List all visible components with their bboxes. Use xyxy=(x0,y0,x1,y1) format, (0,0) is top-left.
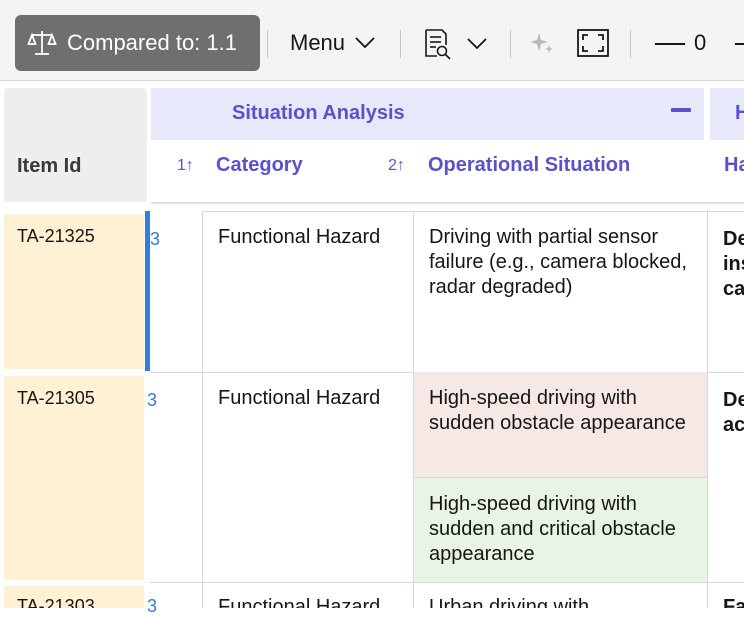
item-id: TA-21305 xyxy=(17,388,95,408)
next-column-text: De ac xyxy=(723,389,744,436)
compare-to-button[interactable]: Compared to: 1.1 xyxy=(15,15,260,71)
item-id: TA-21325 xyxy=(17,226,95,246)
sort-indicator-category[interactable]: 1↑ xyxy=(177,157,194,175)
report-dropdown[interactable] xyxy=(467,37,487,55)
zoom-level: 0 xyxy=(694,30,707,55)
next-group-title: H xyxy=(735,102,744,124)
chevron-down-icon xyxy=(467,38,487,50)
toolbar-separator xyxy=(267,30,268,58)
menu-button[interactable]: Menu xyxy=(290,28,375,58)
ai-assist-button[interactable] xyxy=(530,31,554,60)
category-cell[interactable]: Functional Hazard xyxy=(202,211,414,372)
removed-situation-text: High-speed driving with sudden obstacle … xyxy=(429,387,686,434)
column-header-next[interactable]: Ha xyxy=(724,154,744,177)
next-column-text: Fa xyxy=(723,596,744,608)
row-divider xyxy=(202,211,744,212)
item-id: TA-21303 xyxy=(17,596,95,608)
added-situation-text: High-speed driving with sudden and criti… xyxy=(429,493,676,565)
row-fragment: 3 xyxy=(147,596,158,616)
operational-situation-cell[interactable]: Driving with partial sensor failure (e.g… xyxy=(413,211,708,372)
sparkle-icon xyxy=(530,33,553,53)
row-fragment: 3 xyxy=(147,390,158,410)
item-id-header-label: Item Id xyxy=(17,155,82,177)
category-cell[interactable]: Functional Hazard xyxy=(202,372,414,582)
report-search-icon xyxy=(425,29,451,60)
category-text: Functional Hazard xyxy=(218,596,381,608)
toolbar: Compared to: 1.1 Menu 0 xyxy=(0,0,744,81)
column-header-row: 1↑ Category 2↑ Operational Situation Ha xyxy=(151,140,744,204)
collapse-icon[interactable] xyxy=(671,108,691,112)
toolbar-separator xyxy=(510,30,511,58)
next-column-cell[interactable]: Fa xyxy=(707,582,744,608)
category-text: Functional Hazard xyxy=(218,226,381,248)
toolbar-separator xyxy=(400,30,401,58)
removed-situation-cell[interactable]: High-speed driving with sudden obstacle … xyxy=(413,372,708,477)
compare-label: Compared to: 1.1 xyxy=(67,30,237,55)
item-id-column-header[interactable]: Item Id xyxy=(4,88,147,202)
row-fragment: 3 xyxy=(150,229,161,249)
menu-label: Menu xyxy=(290,30,346,55)
next-group-header: H xyxy=(710,88,744,140)
situation-text: Urban driving with xyxy=(429,596,590,608)
column-header-operational-situation[interactable]: Operational Situation xyxy=(428,154,630,177)
toolbar-separator xyxy=(630,30,631,58)
column-header-category[interactable]: Category xyxy=(216,154,303,177)
item-id-cell[interactable]: TA-21303 xyxy=(4,586,144,608)
category-cell[interactable]: Functional Hazard xyxy=(202,582,414,608)
group-title: Situation Analysis xyxy=(232,102,405,124)
minus-icon[interactable] xyxy=(735,43,744,45)
minus-icon[interactable] xyxy=(655,43,685,45)
item-id-cell[interactable]: TA-21305 xyxy=(4,376,144,580)
category-text: Functional Hazard xyxy=(218,387,381,409)
fit-to-screen-icon xyxy=(577,29,609,57)
item-id-cell[interactable]: TA-21325 xyxy=(4,214,144,369)
scale-icon xyxy=(27,31,57,55)
situation-analysis-group-header: Situation Analysis xyxy=(151,88,704,140)
added-situation-cell[interactable]: High-speed driving with sudden and criti… xyxy=(413,477,708,582)
next-column-text: De ins ca xyxy=(723,228,744,300)
fullscreen-button[interactable] xyxy=(577,29,609,62)
report-menu-button[interactable] xyxy=(423,28,457,65)
chevron-down-icon xyxy=(355,37,375,49)
situation-text: Driving with partial sensor failure (e.g… xyxy=(429,226,687,298)
sort-indicator-situation[interactable]: 2↑ xyxy=(388,157,405,175)
operational-situation-cell[interactable]: Urban driving with xyxy=(413,582,708,608)
